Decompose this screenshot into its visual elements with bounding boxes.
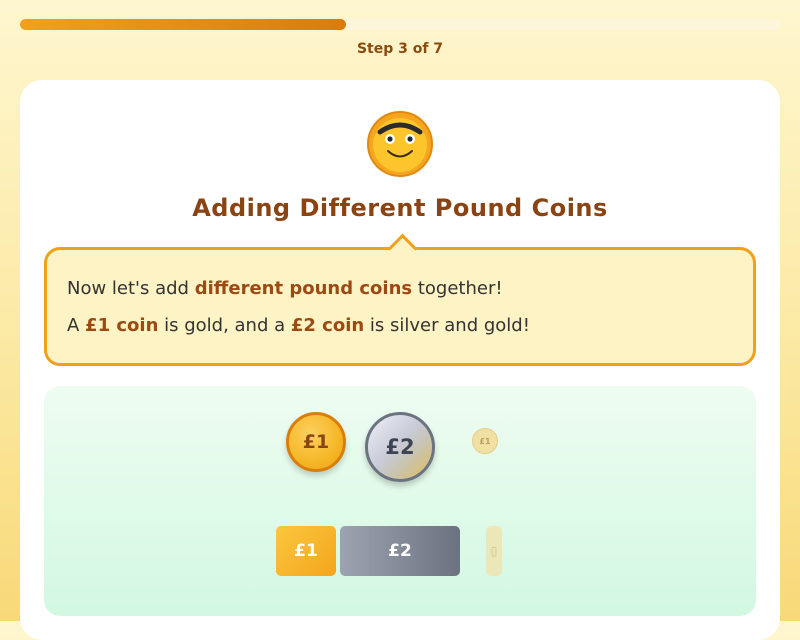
coin-play-area: £1 £2 £1 £1 £2 ▯	[44, 386, 756, 616]
page-title: Adding Different Pound Coins	[192, 194, 608, 222]
one-pound-value-bar: £1	[276, 526, 336, 576]
instruction-line-1: Now let's add different pound coins toge…	[67, 278, 503, 299]
instruction-bubble: Now let's add different pound coins toge…	[44, 233, 756, 366]
value-bar-placeholder: ▯	[486, 526, 502, 576]
lesson-card: Adding Different Pound Coins Now let's a…	[20, 80, 780, 640]
step-indicator: Step 3 of 7	[356, 41, 444, 57]
two-pound-value-bar: £2	[340, 526, 460, 576]
speech-bubble-tail	[387, 233, 418, 264]
progress-bar	[20, 19, 780, 30]
one-pound-coin-placeholder: £1	[472, 428, 498, 454]
two-pound-coin[interactable]: £2	[365, 412, 435, 482]
progress-bar-fill	[20, 19, 346, 30]
smiling-sun-icon	[366, 110, 434, 178]
one-pound-coin[interactable]: £1	[286, 412, 346, 472]
instruction-line-2: A £1 coin is gold, and a £2 coin is silv…	[67, 315, 530, 336]
